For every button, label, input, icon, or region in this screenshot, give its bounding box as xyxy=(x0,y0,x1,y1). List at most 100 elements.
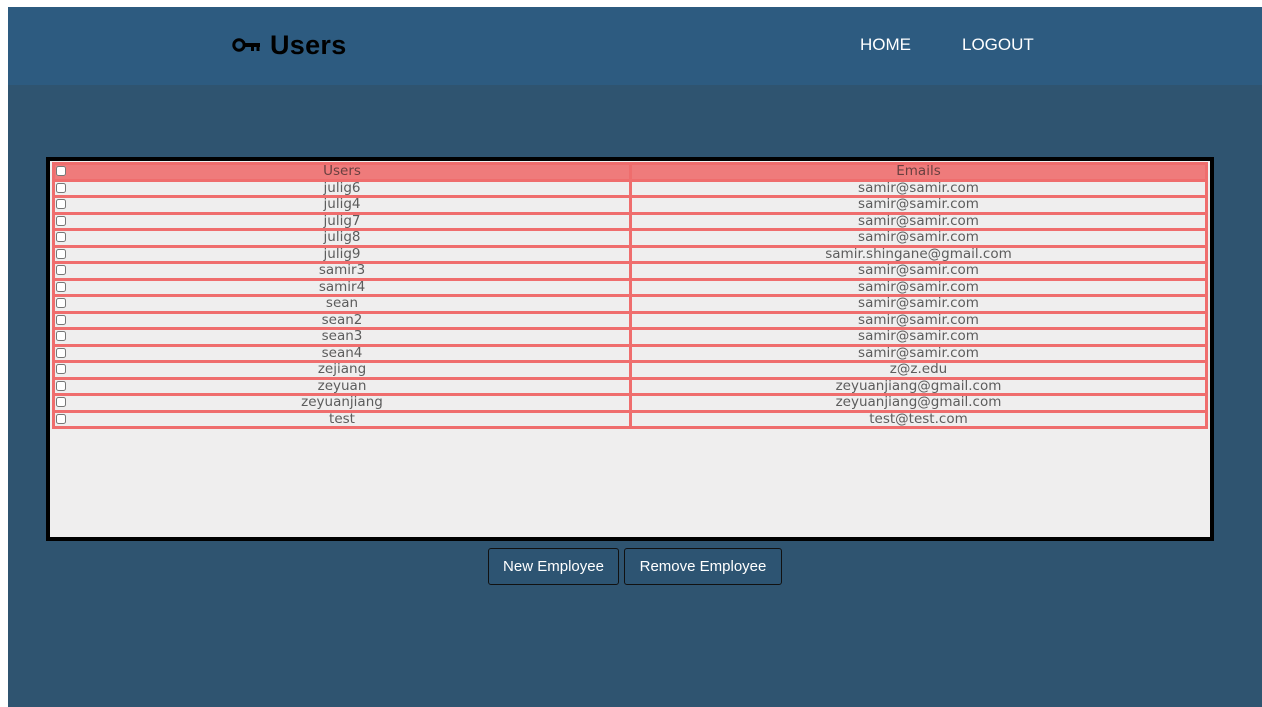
row-checkbox[interactable] xyxy=(56,413,66,424)
table-row: julig4 samir@samir.com xyxy=(52,195,1208,215)
table-row: sean samir@samir.com xyxy=(52,294,1208,314)
email-text: test@test.com xyxy=(869,411,968,427)
emails-column-label: Emails xyxy=(896,163,941,180)
table-row: sean2 samir@samir.com xyxy=(52,310,1208,330)
email-cell: zeyuanjiang@gmail.com xyxy=(629,393,1208,413)
username-text: sean3 xyxy=(321,328,363,345)
select-all-checkbox[interactable] xyxy=(56,166,66,176)
table-row: julig6 samir@samir.com xyxy=(52,178,1208,198)
email-cell: samir@samir.com xyxy=(629,294,1208,314)
username-text: julig7 xyxy=(323,213,361,229)
username-text: julig4 xyxy=(323,196,361,213)
email-text: samir@samir.com xyxy=(858,196,979,213)
user-cell: samir4 xyxy=(52,277,632,297)
email-text: samir@samir.com xyxy=(858,229,979,246)
email-text: samir@samir.com xyxy=(858,312,979,328)
table-row: julig8 samir@samir.com xyxy=(52,228,1208,248)
row-checkbox[interactable] xyxy=(56,232,66,242)
table-row: julig9 samir.shingane@gmail.com xyxy=(52,244,1208,264)
email-text: samir@samir.com xyxy=(858,328,979,345)
row-checkbox[interactable] xyxy=(56,215,66,226)
user-cell: julig4 xyxy=(52,195,632,215)
user-cell: julig8 xyxy=(52,228,632,248)
email-cell: samir@samir.com xyxy=(629,195,1208,215)
table-row: sean4 samir@samir.com xyxy=(52,343,1208,363)
remove-employee-button[interactable]: Remove Employee xyxy=(624,548,782,585)
email-text: samir@samir.com xyxy=(858,279,979,295)
user-cell: julig7 xyxy=(52,211,632,231)
username-text: sean2 xyxy=(321,312,363,328)
app-frame: Users HOME LOGOUT Users Emails julig6 sa… xyxy=(8,7,1262,707)
row-checkbox[interactable] xyxy=(56,182,66,193)
email-text: samir@samir.com xyxy=(858,262,979,279)
email-cell: samir@samir.com xyxy=(629,277,1208,297)
user-cell: sean xyxy=(52,294,632,314)
user-cell: zeyuanjiang xyxy=(52,393,632,413)
email-cell: samir@samir.com xyxy=(629,343,1208,363)
table-row: zejiang z@z.edu xyxy=(52,360,1208,380)
username-text: samir4 xyxy=(318,279,366,295)
user-cell: sean4 xyxy=(52,343,632,363)
email-text: zeyuanjiang@gmail.com xyxy=(835,378,1002,394)
row-checkbox[interactable] xyxy=(56,265,66,275)
email-text: samir@samir.com xyxy=(858,295,979,312)
username-text: sean xyxy=(325,295,359,312)
user-cell: test xyxy=(52,409,632,429)
username-text: sean4 xyxy=(321,345,363,361)
users-column-header: Users xyxy=(52,162,632,182)
user-cell: zejiang xyxy=(52,360,632,380)
username-text: samir3 xyxy=(318,262,366,279)
email-cell: samir@samir.com xyxy=(629,178,1208,198)
nav-logout-link[interactable]: LOGOUT xyxy=(962,35,1034,55)
username-text: zeyuan xyxy=(317,378,367,394)
email-cell: zeyuanjiang@gmail.com xyxy=(629,376,1208,396)
table-row: samir4 samir@samir.com xyxy=(52,277,1208,297)
top-navbar: Users HOME LOGOUT xyxy=(8,7,1262,85)
table-row: samir3 samir@samir.com xyxy=(52,261,1208,281)
user-cell: samir3 xyxy=(52,261,632,281)
row-checkbox[interactable] xyxy=(56,380,66,391)
row-checkbox[interactable] xyxy=(56,199,66,209)
email-text: zeyuanjiang@gmail.com xyxy=(835,394,1002,411)
email-cell: z@z.edu xyxy=(629,360,1208,380)
key-icon xyxy=(232,36,262,54)
table-header-row: Users Emails xyxy=(52,162,1208,182)
username-text: julig9 xyxy=(323,246,361,262)
email-text: samir@samir.com xyxy=(858,213,979,229)
email-cell: samir@samir.com xyxy=(629,228,1208,248)
email-text: samir@samir.com xyxy=(858,180,979,196)
row-checkbox[interactable] xyxy=(56,364,66,374)
users-column-label: Users xyxy=(323,163,361,180)
page-title: Users xyxy=(270,29,347,60)
email-text: samir.shingane@gmail.com xyxy=(825,246,1012,262)
user-cell: zeyuan xyxy=(52,376,632,396)
email-cell: samir@samir.com xyxy=(629,327,1208,347)
email-cell: samir@samir.com xyxy=(629,310,1208,330)
user-cell: sean2 xyxy=(52,310,632,330)
row-checkbox[interactable] xyxy=(56,397,66,407)
row-checkbox[interactable] xyxy=(56,347,66,358)
email-text: z@z.edu xyxy=(889,361,948,378)
email-cell: samir.shingane@gmail.com xyxy=(629,244,1208,264)
email-cell: test@test.com xyxy=(629,409,1208,429)
username-text: zeyuanjiang xyxy=(301,394,383,411)
row-checkbox[interactable] xyxy=(56,298,66,308)
users-table-container: Users Emails julig6 samir@samir.com juli… xyxy=(46,157,1214,541)
row-checkbox[interactable] xyxy=(56,331,66,341)
row-checkbox[interactable] xyxy=(56,281,66,292)
user-cell: julig9 xyxy=(52,244,632,264)
table-row: test test@test.com xyxy=(52,409,1208,429)
username-text: test xyxy=(329,411,355,427)
brand: Users xyxy=(232,27,347,63)
users-table: Users Emails julig6 samir@samir.com juli… xyxy=(52,162,1208,429)
user-cell: julig6 xyxy=(52,178,632,198)
new-employee-button[interactable]: New Employee xyxy=(488,548,619,585)
table-row: sean3 samir@samir.com xyxy=(52,327,1208,347)
table-row: zeyuanjiang zeyuanjiang@gmail.com xyxy=(52,393,1208,413)
username-text: zejiang xyxy=(317,361,367,378)
nav-home-link[interactable]: HOME xyxy=(860,35,911,55)
row-checkbox[interactable] xyxy=(56,248,66,259)
row-checkbox[interactable] xyxy=(56,314,66,325)
table-row: julig7 samir@samir.com xyxy=(52,211,1208,231)
email-text: samir@samir.com xyxy=(858,345,979,361)
